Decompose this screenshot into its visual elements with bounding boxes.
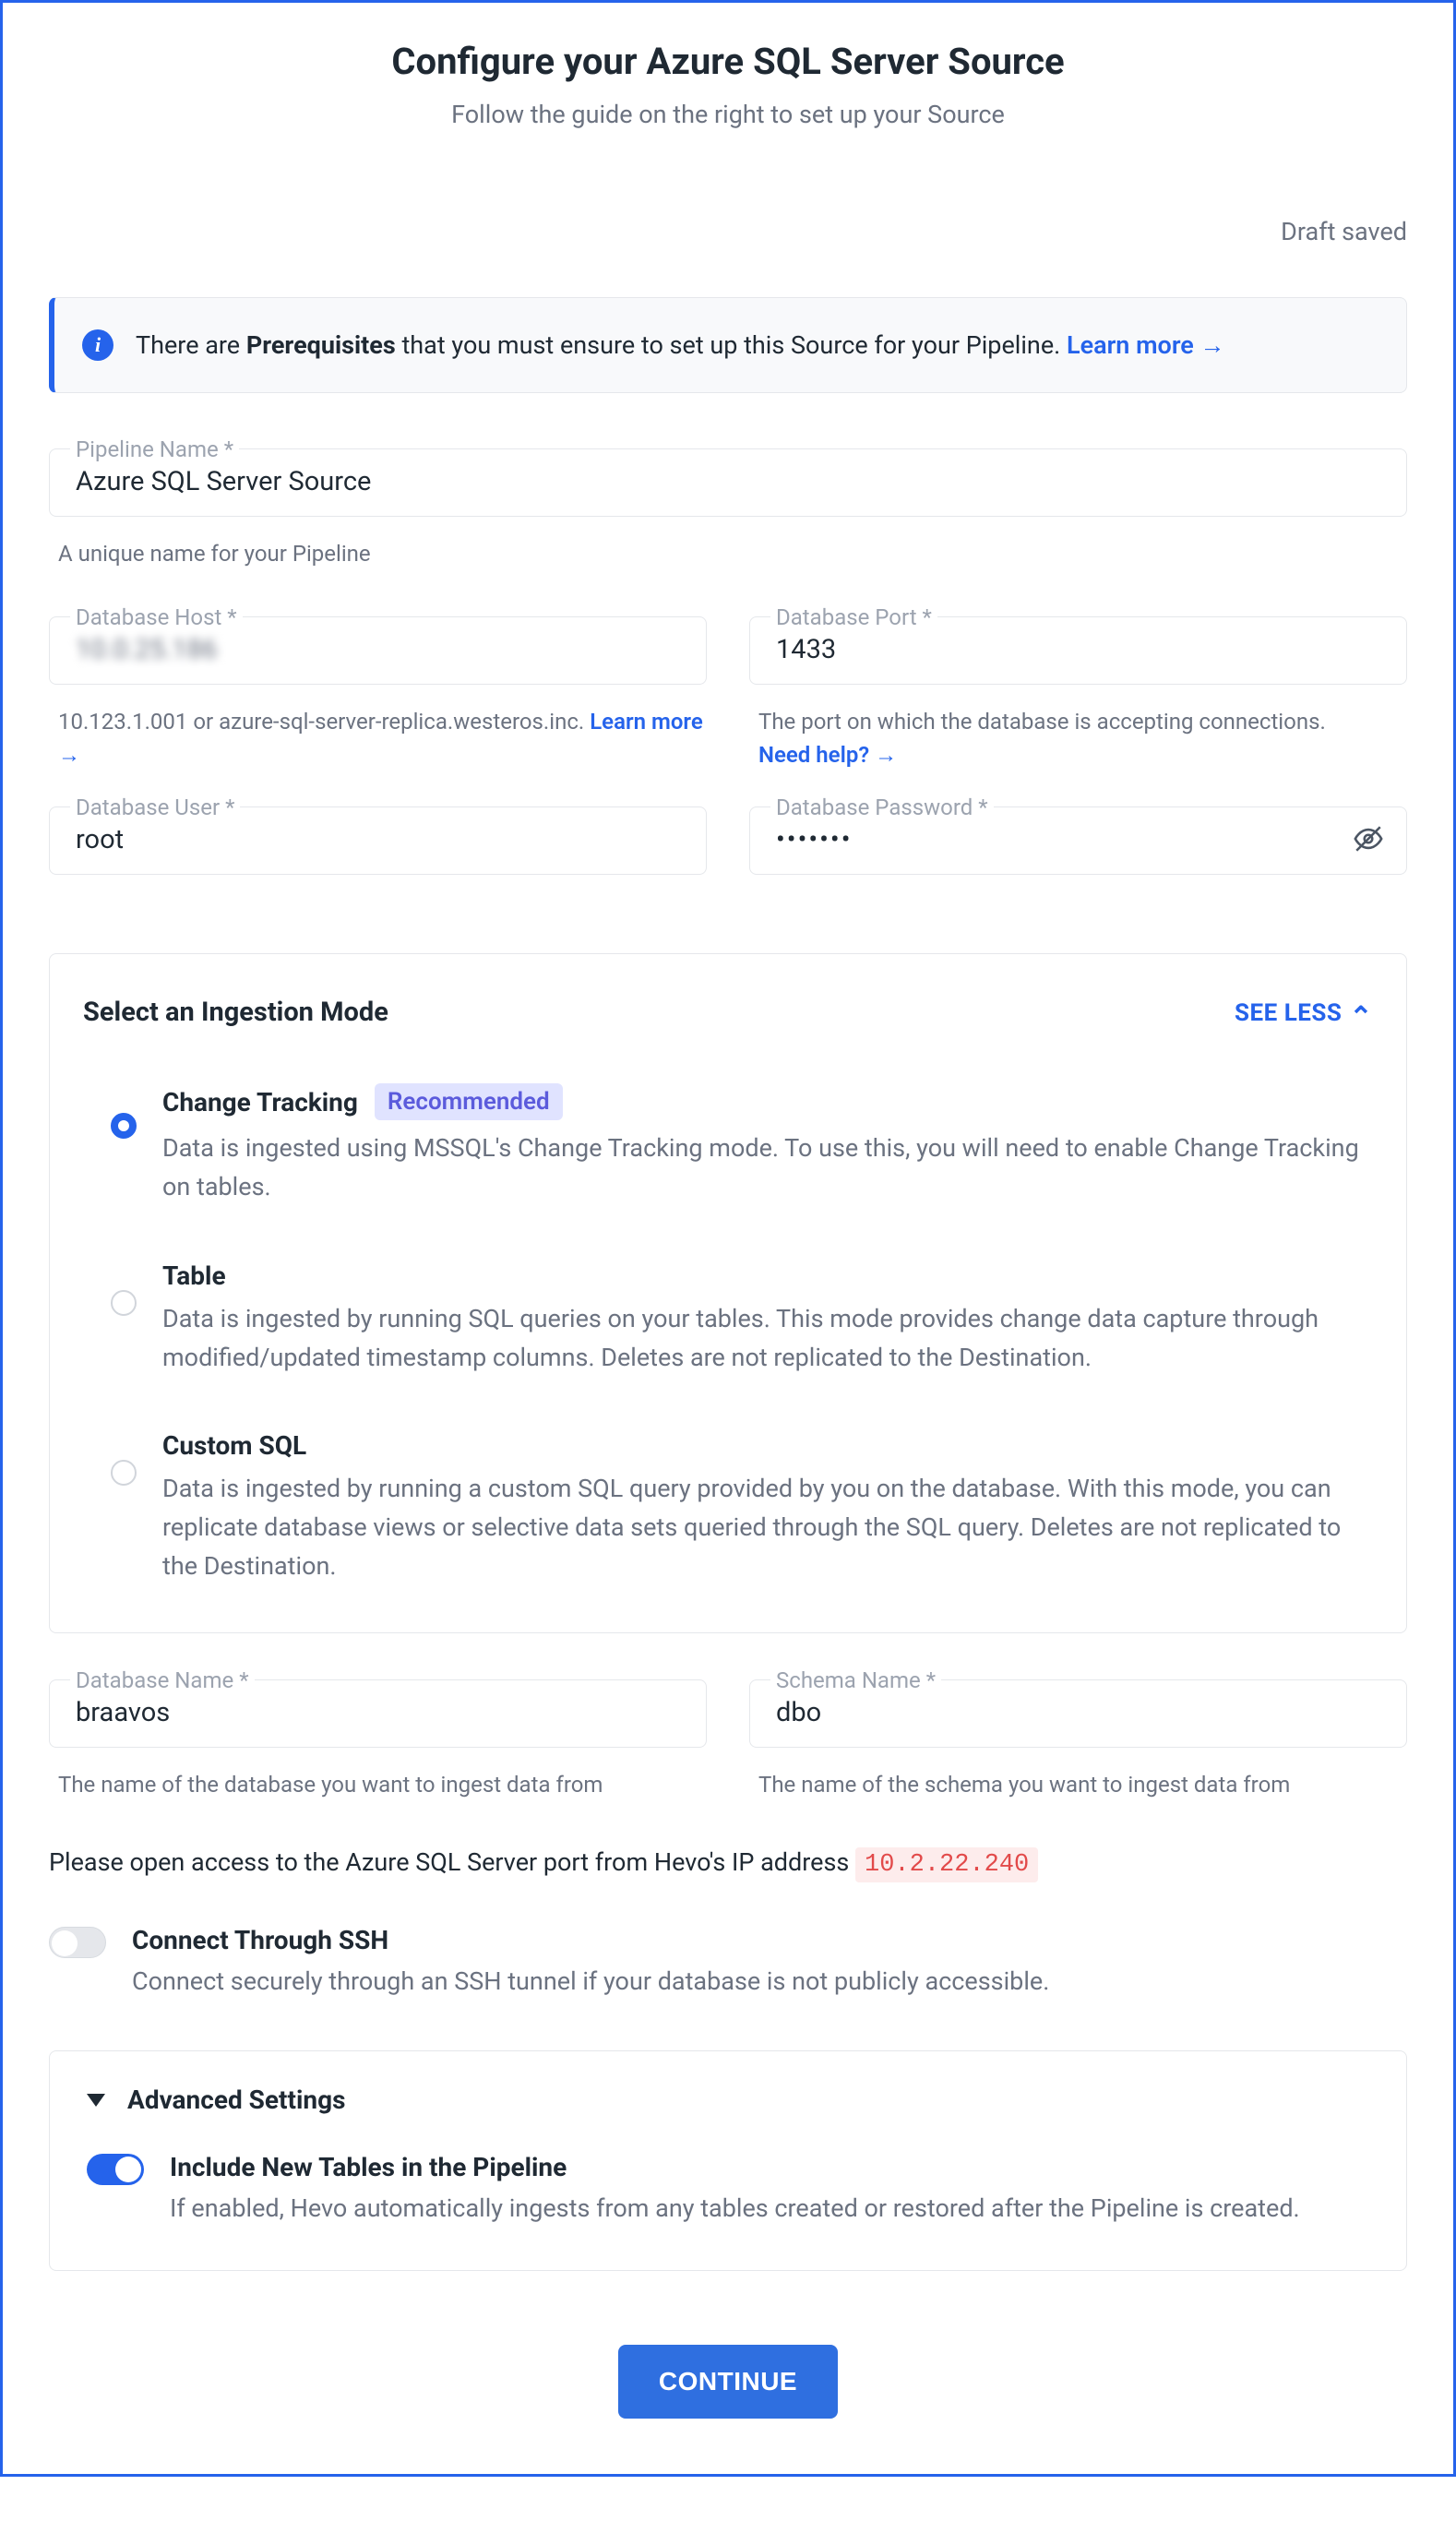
pipeline-name-label: Pipeline Name * <box>70 436 239 462</box>
ingestion-option-title: Custom SQL <box>162 1430 306 1461</box>
banner-learn-more-link[interactable]: Learn more <box>1067 330 1225 360</box>
ssh-toggle-row: Connect Through SSH Connect securely thr… <box>49 1925 1407 2001</box>
ingestion-option-desc: Data is ingested by running SQL queries … <box>162 1300 1373 1378</box>
radio-icon[interactable] <box>111 1290 137 1316</box>
db-port-need-help-link[interactable]: Need help? <box>758 742 897 768</box>
ingestion-panel-title: Select an Ingestion Mode <box>83 997 388 1028</box>
banner-text: There are Prerequisites that you must en… <box>136 330 1225 360</box>
eye-slash-icon[interactable] <box>1353 823 1384 858</box>
include-new-tables-title: Include New Tables in the Pipeline <box>170 2152 1369 2182</box>
db-port-input[interactable] <box>776 634 1380 665</box>
recommended-badge: Recommended <box>375 1083 563 1120</box>
banner-text-post: that you must ensure to set up this Sour… <box>396 330 1067 360</box>
db-name-field: Database Name * <box>49 1679 707 1748</box>
radio-icon[interactable] <box>111 1113 137 1139</box>
see-less-toggle[interactable]: SEE LESS <box>1235 996 1373 1028</box>
ssh-toggle[interactable] <box>49 1927 106 1958</box>
caret-down-icon <box>87 2094 105 2107</box>
ip-notice-text: Please open access to the Azure SQL Serv… <box>49 1847 855 1877</box>
db-user-input[interactable] <box>76 824 680 855</box>
db-name-input[interactable] <box>76 1697 680 1728</box>
db-name-helper: The name of the database you want to ing… <box>49 1768 707 1801</box>
db-user-label: Database User * <box>70 795 240 820</box>
db-user-field: Database User * <box>49 806 707 875</box>
continue-button[interactable]: CONTINUE <box>618 2345 838 2419</box>
draft-status: Draft saved <box>49 217 1407 246</box>
banner-text-pre: There are <box>136 330 246 360</box>
db-port-field: Database Port * <box>749 616 1407 685</box>
ingestion-option-custom-sql[interactable]: Custom SQL Data is ingested by running a… <box>83 1430 1373 1586</box>
db-host-input[interactable] <box>76 634 680 665</box>
ingestion-option-change-tracking[interactable]: Change Tracking Recommended Data is inge… <box>83 1083 1373 1207</box>
db-name-label: Database Name * <box>70 1667 255 1693</box>
include-new-tables-desc: If enabled, Hevo automatically ingests f… <box>170 2190 1369 2228</box>
advanced-settings-panel: Advanced Settings Include New Tables in … <box>49 2050 1407 2271</box>
db-password-field: Database Password * <box>749 806 1407 875</box>
ingestion-mode-panel: Select an Ingestion Mode SEE LESS Change… <box>49 953 1407 1633</box>
ingestion-option-table[interactable]: Table Data is ingested by running SQL qu… <box>83 1260 1373 1378</box>
include-new-tables-toggle[interactable] <box>87 2154 144 2185</box>
ingestion-option-title: Change Tracking <box>162 1087 358 1117</box>
schema-name-helper: The name of the schema you want to inges… <box>749 1768 1407 1801</box>
db-port-label: Database Port * <box>770 604 937 630</box>
db-port-helper: The port on which the database is accept… <box>749 705 1407 771</box>
db-password-input[interactable] <box>776 824 1380 855</box>
page-title: Configure your Azure SQL Server Source <box>49 40 1407 83</box>
include-new-tables-row: Include New Tables in the Pipeline If en… <box>87 2152 1369 2228</box>
page-subtitle: Follow the guide on the right to set up … <box>49 100 1407 129</box>
info-icon: i <box>82 329 113 361</box>
advanced-settings-title: Advanced Settings <box>127 2085 345 2115</box>
ingestion-option-desc: Data is ingested by running a custom SQL… <box>162 1470 1373 1586</box>
db-host-field: Database Host * <box>49 616 707 685</box>
pipeline-name-helper: A unique name for your Pipeline <box>49 537 1407 570</box>
db-port-helper-text: The port on which the database is accept… <box>758 709 1326 735</box>
ip-address-chip: 10.2.22.240 <box>855 1847 1038 1882</box>
ssh-toggle-desc: Connect securely through an SSH tunnel i… <box>132 1963 1407 2001</box>
pipeline-name-input[interactable] <box>76 466 1380 497</box>
ingestion-option-desc: Data is ingested using MSSQL's Change Tr… <box>162 1129 1373 1207</box>
advanced-settings-header[interactable]: Advanced Settings <box>87 2085 1369 2115</box>
db-host-helper-text: 10.123.1.001 or azure-sql-server-replica… <box>58 709 590 735</box>
schema-name-field: Schema Name * <box>749 1679 1407 1748</box>
prerequisites-banner: i There are Prerequisites that you must … <box>49 297 1407 393</box>
pipeline-name-field: Pipeline Name * <box>49 448 1407 517</box>
banner-text-bold: Prerequisites <box>246 330 396 360</box>
schema-name-input[interactable] <box>776 1697 1380 1728</box>
db-password-label: Database Password * <box>770 795 994 820</box>
ip-access-notice: Please open access to the Azure SQL Serv… <box>49 1847 1407 1879</box>
schema-name-label: Schema Name * <box>770 1667 941 1693</box>
db-host-label: Database Host * <box>70 604 243 630</box>
radio-icon[interactable] <box>111 1460 137 1486</box>
db-host-helper: 10.123.1.001 or azure-sql-server-replica… <box>49 705 707 771</box>
ingestion-option-title: Table <box>162 1260 226 1291</box>
ssh-toggle-title: Connect Through SSH <box>132 1925 1407 1955</box>
